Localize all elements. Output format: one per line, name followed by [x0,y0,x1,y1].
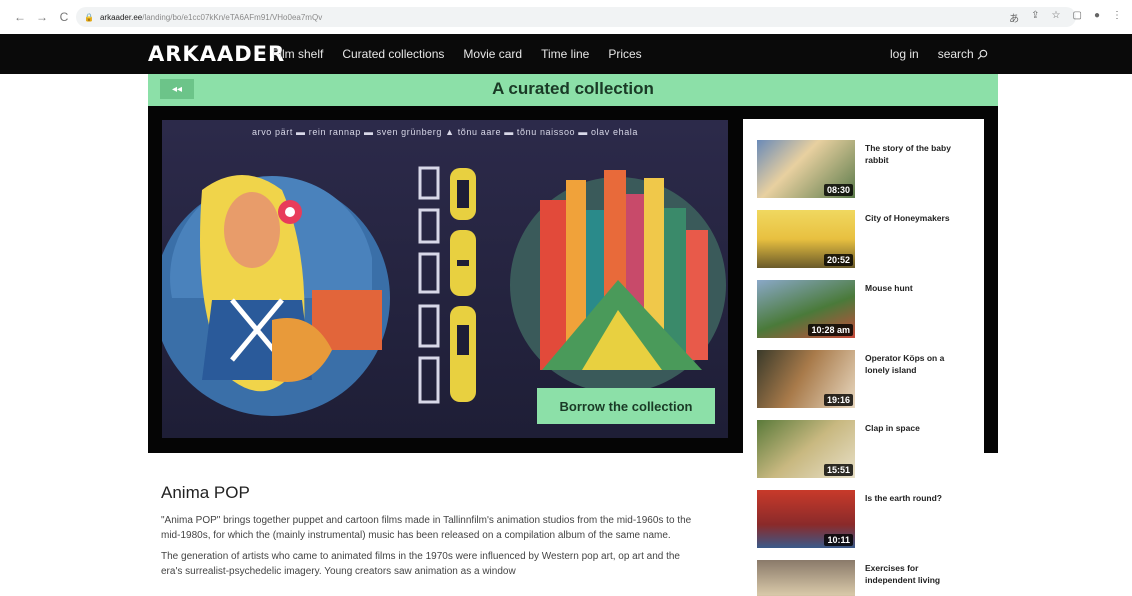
menu-film-shelf[interactable]: Film shelf [272,47,323,61]
site-logo[interactable]: ARKAADER [148,42,285,66]
list-item[interactable]: 19:16 Operator Köps on a lonely island [757,350,977,408]
list-item[interactable]: 10:11 Is the earth round? [757,490,977,548]
menu-movie-card[interactable]: Movie card [463,47,522,61]
film-title[interactable]: Operator Köps on a lonely island [865,352,965,376]
collection-description: Anima POP "Anima POP" brings together pu… [161,483,701,585]
film-thumbnail[interactable]: 15:51 [757,420,855,478]
collection-poster[interactable]: arvo pärt ▬ rein rannap ▬ sven grünberg … [162,120,728,438]
translate-icon[interactable]: あ [1009,10,1019,25]
menu-prices[interactable]: Prices [608,47,641,61]
collection-header: ◂◂ A curated collection [148,74,998,106]
sidepanel-icon[interactable]: ▢ [1073,10,1082,25]
menu-time-line[interactable]: Time line [541,47,589,61]
film-thumbnail[interactable]: 10:28 am [757,280,855,338]
film-title[interactable]: Mouse hunt [865,282,965,294]
film-thumbnail[interactable]: 20:52 [757,210,855,268]
collection-title: A curated collection [492,79,654,98]
list-item[interactable]: 08:30 The story of the baby rabbit [757,140,977,198]
film-thumbnail[interactable]: 19:16 [757,350,855,408]
description-paragraph-1: "Anima POP" brings together puppet and c… [161,515,692,541]
browser-toolbar: ← → C 🔒 arkaader.ee /landing/bo/e1cc07kK… [0,0,1132,34]
search-icon [977,49,987,59]
film-title[interactable]: Is the earth round? [865,492,965,504]
duration-badge: 20:52 [823,254,853,266]
duration-badge: 15:51 [823,464,853,476]
list-item[interactable]: 10:28 am Mouse hunt [757,280,977,338]
login-link[interactable]: log in [890,47,919,61]
url-path: /landing/bo/e1cc07kKn/eTA6AFm91/VHo0ea7m… [142,12,323,22]
list-item[interactable]: 20:52 City of Honeymakers [757,210,977,268]
address-bar[interactable]: 🔒 arkaader.ee /landing/bo/e1cc07kKn/eTA6… [76,7,1076,27]
film-thumbnail[interactable] [757,560,855,596]
bookmark-star-icon[interactable]: ☆ [1052,10,1061,25]
site-navbar: ARKAADER Film shelf Curated collections … [0,34,1132,74]
forward-arrow-icon[interactable]: → [36,10,48,24]
menu-curated-collections[interactable]: Curated collections [342,47,444,61]
artist-list: arvo pärt ▬ rein rannap ▬ sven grünberg … [252,127,638,137]
duration-badge: 10:11 [824,534,853,546]
list-item[interactable]: 15:51 Clap in space [757,420,977,478]
borrow-collection-button[interactable]: Borrow the collection [537,388,715,424]
film-playlist: 08:30 The story of the baby rabbit 20:52… [743,119,984,596]
film-title[interactable]: The story of the baby rabbit [865,142,965,166]
film-title[interactable]: Exercises for independent living [865,562,965,586]
duration-badge: 10:28 am [808,324,853,336]
film-thumbnail[interactable]: 10:11 [757,490,855,548]
duration-badge: 08:30 [823,184,853,196]
profile-icon[interactable]: ● [1094,10,1100,25]
share-icon[interactable]: ⇪ [1031,10,1039,25]
list-item[interactable]: Exercises for independent living [757,560,977,596]
url-domain: arkaader.ee [99,12,143,22]
reload-icon[interactable]: C [58,10,70,24]
search-label: search [937,47,974,61]
lock-icon: 🔒 [84,12,94,22]
film-title[interactable]: Clap in space [865,422,965,434]
description-paragraph-2: The generation of artists who came to an… [161,551,680,577]
search-link[interactable]: search [938,47,988,61]
kebab-menu-icon[interactable]: ⋮ [1112,10,1122,25]
duration-badge: 19:16 [823,394,853,406]
main-menu: Film shelf Curated collections Movie car… [272,47,642,61]
collection-heading: Anima POP [161,483,250,502]
back-arrow-icon[interactable]: ← [14,10,26,24]
film-title[interactable]: City of Honeymakers [865,212,965,224]
film-thumbnail[interactable]: 08:30 [757,140,855,198]
